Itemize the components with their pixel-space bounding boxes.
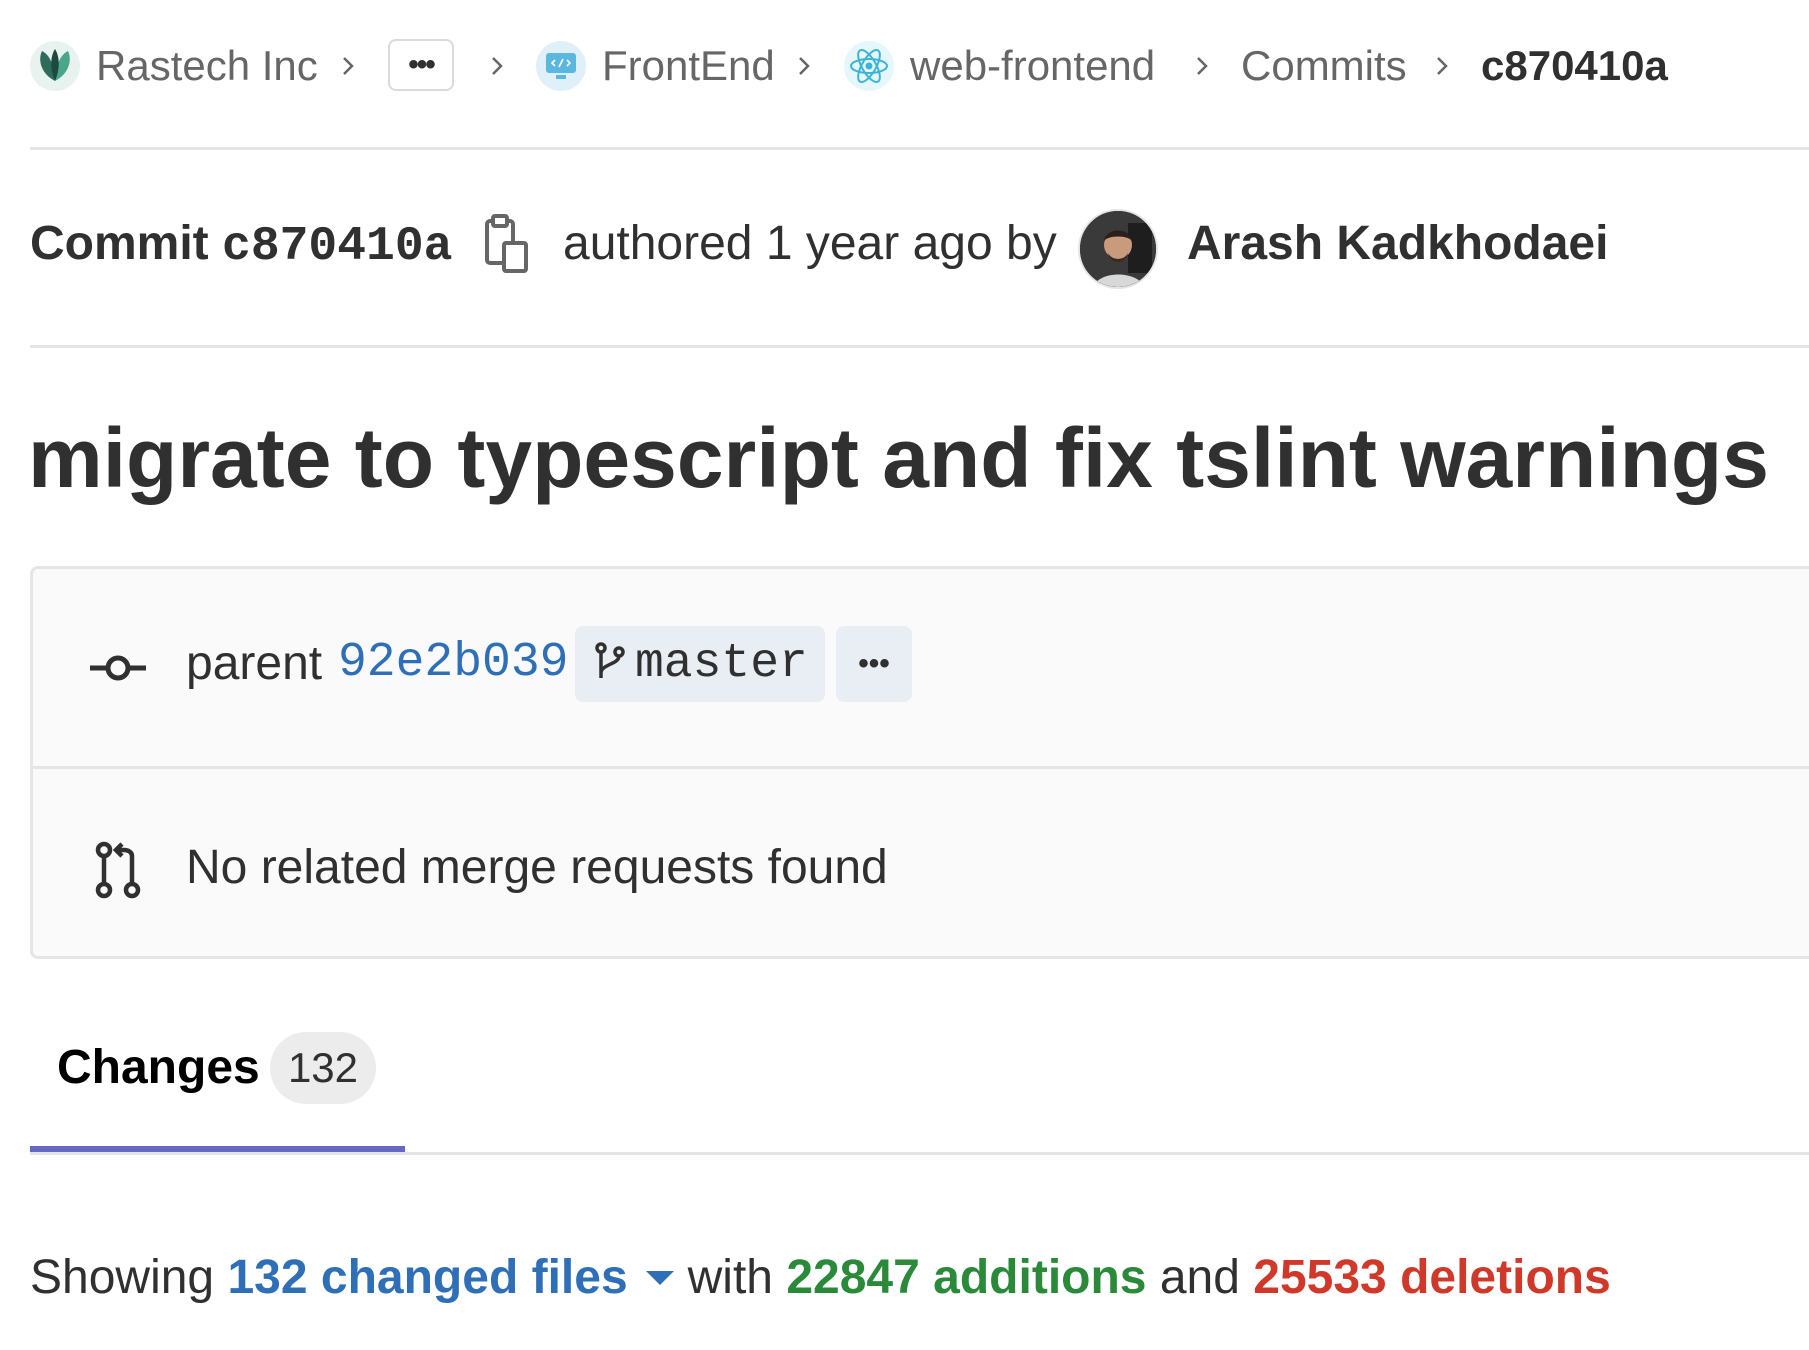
caret-down-icon[interactable] — [645, 1270, 674, 1285]
breadcrumb-label[interactable]: FrontEnd — [602, 42, 775, 90]
summary-showing: Showing — [30, 1251, 215, 1304]
copy-sha-button[interactable] — [484, 213, 530, 275]
tabs-divider — [30, 1152, 1809, 1155]
chevron-right-icon — [487, 46, 507, 86]
merge-request-icon — [92, 840, 144, 900]
ellipsis-icon: ••• — [408, 48, 435, 81]
rastech-logo-icon — [30, 41, 80, 91]
breadcrumb-current-commit[interactable]: c870410a — [1481, 38, 1668, 94]
deletions-count: 25533 deletions — [1253, 1251, 1611, 1304]
code-monitor-icon — [536, 41, 586, 91]
breadcrumb-label[interactable]: Rastech Inc — [96, 42, 318, 90]
chevron-right-icon — [794, 46, 814, 86]
commit-info-box — [30, 566, 1809, 959]
branch-badge[interactable]: master — [575, 626, 825, 702]
author-name[interactable]: Arash Kadkhodaei — [1187, 216, 1608, 271]
merge-requests-status: No related merge requests found — [186, 841, 888, 894]
branch-name: master — [635, 637, 808, 691]
parent-sha-link[interactable]: 92e2b039 — [338, 636, 568, 690]
breadcrumb-web-frontend[interactable]: web-frontend — [844, 38, 1155, 94]
summary-and: and — [1159, 1251, 1240, 1304]
commit-title: Commit c870410a — [30, 216, 452, 274]
chevron-right-icon — [338, 46, 358, 86]
authored-text: authored 1 year ago by — [563, 217, 1057, 270]
chevron-right-icon — [1432, 46, 1452, 86]
breadcrumb-commits[interactable]: Commits — [1241, 38, 1407, 94]
commit-node-icon — [88, 648, 148, 688]
breadcrumb-rastech[interactable]: Rastech Inc — [30, 38, 318, 94]
divider — [30, 147, 1809, 150]
summary-with: with — [687, 1251, 773, 1304]
diff-summary: Showing 132 changed files with 22847 addi… — [30, 1250, 1611, 1305]
breadcrumb-frontend[interactable]: FrontEnd — [536, 38, 775, 94]
react-icon — [844, 41, 894, 91]
commit-message: migrate to typescript and fix tslint war… — [28, 411, 1769, 505]
additions-count: 22847 additions — [786, 1251, 1147, 1304]
breadcrumb-label[interactable]: Commits — [1241, 42, 1407, 90]
changed-files-dropdown[interactable]: 132 changed files — [227, 1250, 627, 1305]
clipboard-icon — [485, 214, 528, 273]
chevron-right-icon — [1192, 46, 1212, 86]
more-branches-button[interactable]: ••• — [836, 626, 912, 702]
branch-icon — [595, 642, 625, 678]
parent-label: parent — [186, 637, 323, 690]
commit-sha: c870410a — [222, 220, 453, 274]
breadcrumb-label[interactable]: web-frontend — [910, 42, 1155, 90]
breadcrumb-label[interactable]: c870410a — [1481, 42, 1668, 90]
tab-changes[interactable]: Changes — [57, 1040, 260, 1095]
active-tab-indicator — [30, 1146, 405, 1152]
changes-count-badge: 132 — [270, 1032, 376, 1104]
breadcrumb-more-button[interactable]: ••• — [388, 39, 454, 91]
author-avatar[interactable] — [1078, 209, 1158, 289]
divider — [30, 345, 1809, 348]
ellipsis-icon: ••• — [858, 647, 890, 680]
info-box-divider — [30, 766, 1809, 769]
commit-prefix: Commit — [30, 217, 209, 270]
